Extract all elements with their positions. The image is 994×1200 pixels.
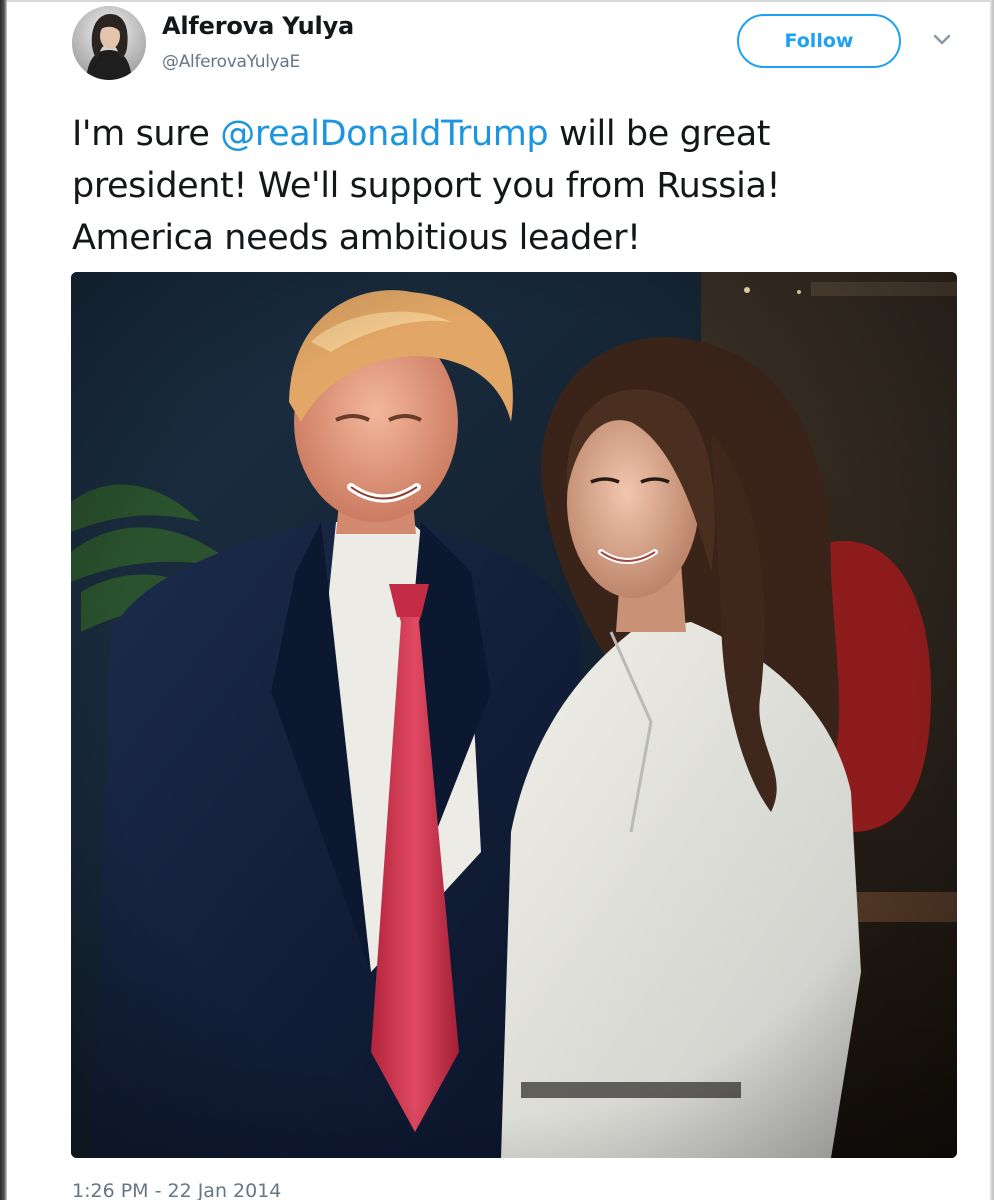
tweet-timestamp[interactable]: 1:26 PM - 22 Jan 2014 bbox=[72, 1180, 281, 1200]
tweet-text-segment: I'm sure bbox=[72, 114, 221, 154]
display-name[interactable]: Alferova Yulya bbox=[162, 12, 354, 40]
tweet-text: I'm sure @realDonaldTrump will be great … bbox=[72, 108, 952, 264]
follow-button[interactable]: Follow bbox=[737, 14, 901, 68]
window-edge-right bbox=[990, 0, 994, 1200]
tweet-line-2: president! We'll support you from Russia… bbox=[72, 166, 781, 206]
avatar[interactable] bbox=[72, 6, 146, 80]
tweet-card: Alferova Yulya @AlferovaYulyaE Follow I'… bbox=[0, 0, 994, 1200]
tweet-photo[interactable] bbox=[71, 272, 957, 1158]
avatar-photo bbox=[72, 6, 146, 80]
photo-illustration bbox=[71, 272, 957, 1158]
window-edge-top bbox=[0, 0, 994, 2]
tweet-line-3: America needs ambitious leader! bbox=[72, 218, 641, 258]
mention-link[interactable]: @realDonaldTrump bbox=[220, 114, 548, 154]
user-handle[interactable]: @AlferovaYulyaE bbox=[162, 52, 300, 72]
window-edge-left bbox=[0, 0, 7, 1200]
chevron-down-icon[interactable] bbox=[930, 32, 954, 48]
tweet-line-1: I'm sure @realDonaldTrump will be great bbox=[72, 108, 952, 160]
tweet-text-segment: will be great bbox=[548, 114, 771, 154]
